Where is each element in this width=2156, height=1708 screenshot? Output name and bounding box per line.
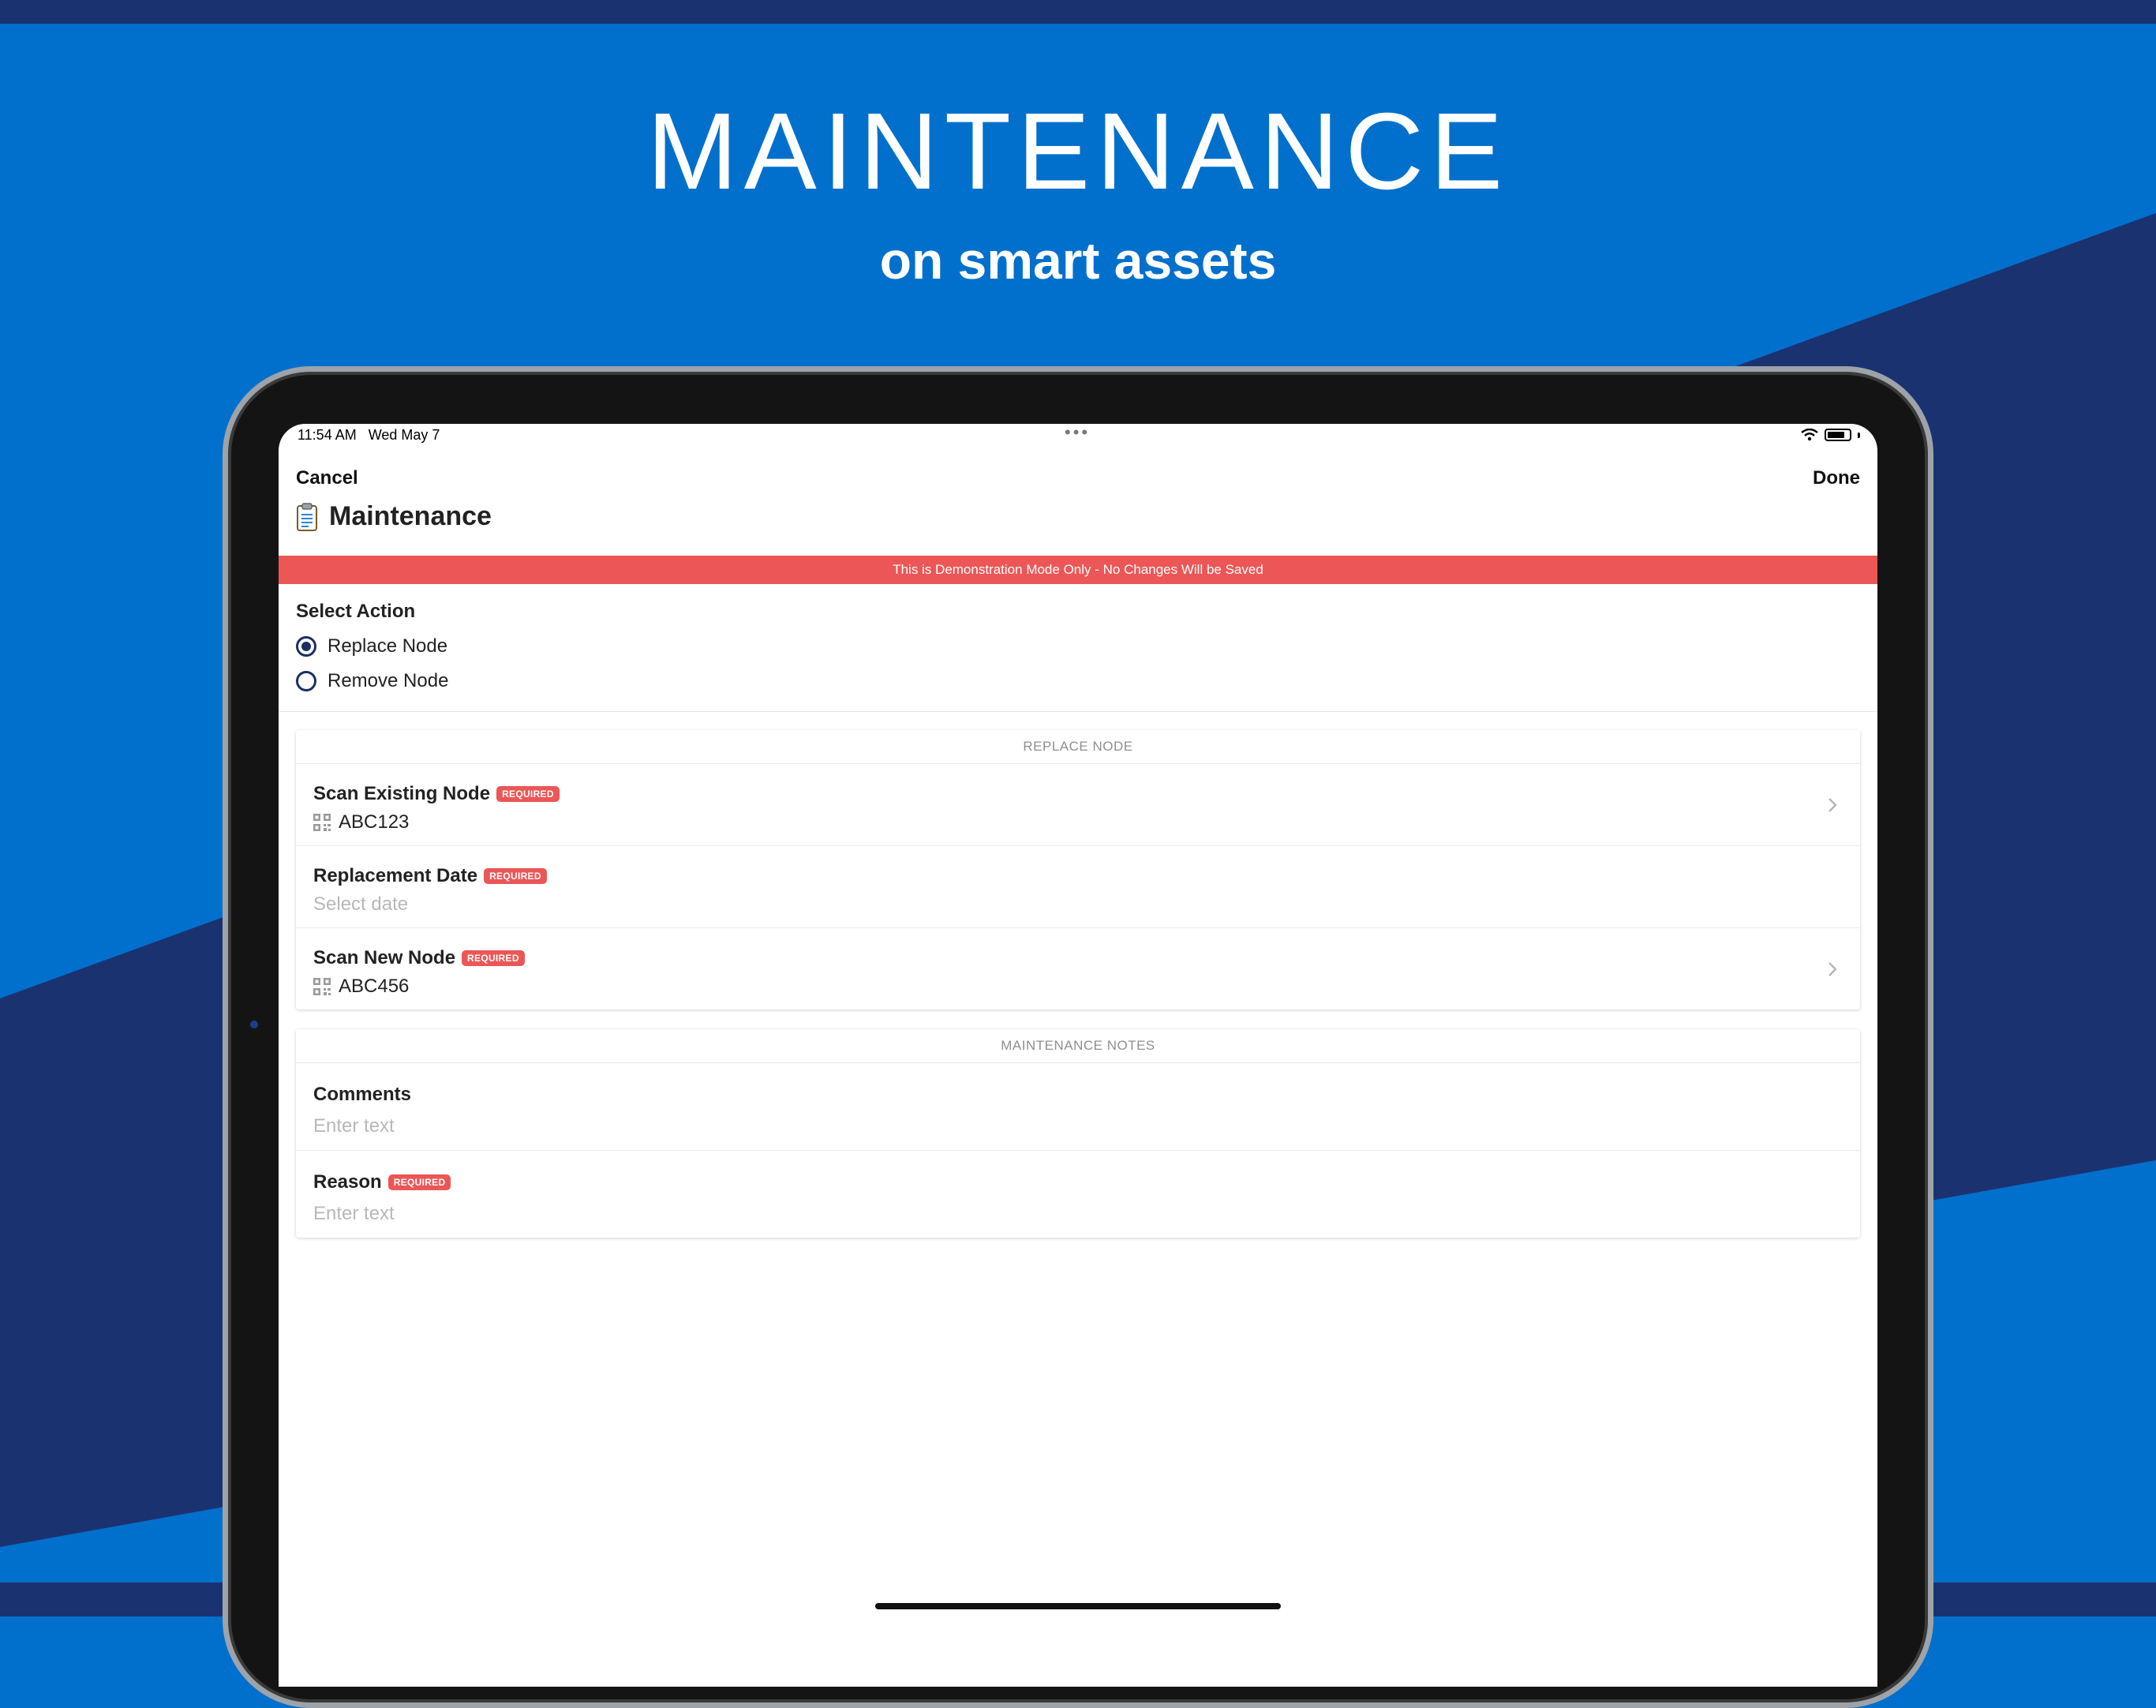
home-indicator[interactable] [875,1603,1281,1609]
row-label-text: Reason [313,1171,382,1193]
replace-node-section: REPLACE NODE Scan Existing Node REQUIRED… [296,730,1860,1009]
app-screen: 11:54 AM Wed May 7 ••• Cancel Done Maint… [279,424,1877,1687]
row-label-text: Scan Existing Node [313,783,491,804]
select-action-label: Select Action [296,601,416,622]
section-header: MAINTENANCE NOTES [296,1029,1860,1063]
row-label: Reason REQUIRED [313,1151,1860,1193]
scan-new-node-row[interactable]: Scan New Node REQUIRED ABC456 [296,928,1860,1009]
radio-option-remove-node[interactable]: Remove Node [296,670,448,692]
scanned-node-value: ABC123 [339,811,410,833]
scanned-node-value: ABC456 [339,976,410,997]
status-indicators [1801,429,1860,441]
required-badge: REQUIRED [462,950,525,966]
row-label: Scan Existing Node REQUIRED [313,764,1860,805]
demo-mode-banner: This is Demonstration Mode Only - No Cha… [279,556,1877,584]
status-bar: 11:54 AM Wed May 7 ••• [279,424,1877,448]
radio-label: Replace Node [328,635,448,657]
date-input[interactable]: Select date [313,893,1860,916]
battery-cap [1858,432,1860,438]
camera-dot [250,1021,258,1028]
row-value: ABC123 [313,811,1860,833]
row-label: Comments [313,1063,1860,1106]
comments-row: Comments Enter text [296,1063,1860,1151]
section-header: REPLACE NODE [296,730,1860,764]
status-time: 11:54 AM Wed May 7 [298,427,440,443]
multitask-dots[interactable]: ••• [1065,424,1090,441]
page-title: Maintenance [296,501,492,532]
chevron-right-icon[interactable] [1821,957,1844,981]
radio-option-replace-node[interactable]: Replace Node [296,635,447,657]
cancel-button[interactable]: Cancel [296,467,358,489]
row-value: ABC456 [313,976,1860,998]
comments-input[interactable]: Enter text [313,1115,1860,1137]
maintenance-notes-section: MAINTENANCE NOTES Comments Enter text Re… [296,1029,1860,1238]
row-label: Scan New Node REQUIRED [313,928,1860,969]
required-badge: REQUIRED [484,868,547,884]
row-label-text: Replacement Date [313,865,478,886]
row-label-text: Comments [313,1084,412,1105]
clipboard-icon [297,502,317,531]
done-button[interactable]: Done [1813,467,1860,489]
chevron-right-icon[interactable] [1821,793,1844,817]
reason-input[interactable]: Enter text [313,1203,1860,1225]
wifi-icon [1801,429,1818,441]
page-title-text: Maintenance [329,501,492,531]
battery-icon [1825,429,1851,441]
row-label-text: Scan New Node [313,947,456,968]
radio-label: Remove Node [328,670,449,691]
scan-existing-node-row[interactable]: Scan Existing Node REQUIRED ABC123 [296,764,1860,846]
section-divider [279,711,1877,712]
qr-code-icon [313,978,331,995]
headline-title: MAINTENANCE [646,91,1510,212]
replacement-date-row[interactable]: Replacement Date REQUIRED Select date [296,846,1860,928]
radio-selected-icon[interactable] [296,636,316,657]
required-badge: REQUIRED [387,1174,451,1190]
radio-unselected-icon[interactable] [296,671,316,691]
qr-code-icon [313,814,331,831]
row-label: Replacement Date REQUIRED [313,846,1860,887]
reason-row: Reason REQUIRED Enter text [296,1151,1860,1238]
headline-subtitle: on smart assets [879,231,1277,290]
required-badge: REQUIRED [496,786,560,802]
